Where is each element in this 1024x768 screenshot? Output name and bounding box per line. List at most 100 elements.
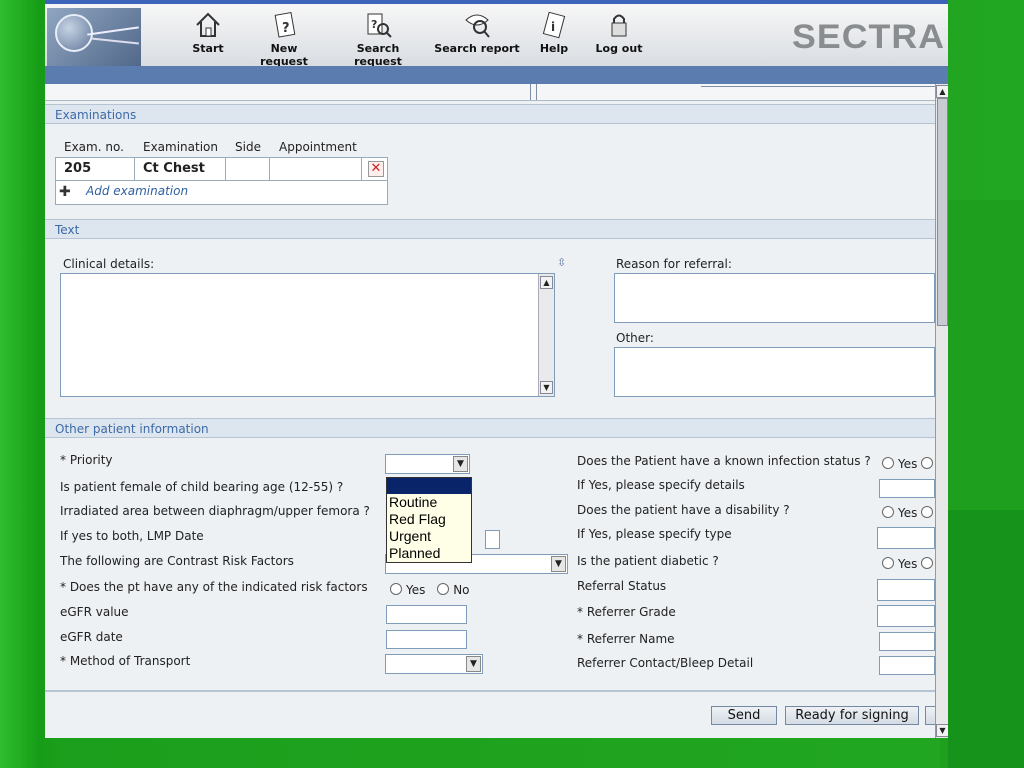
chevron-down-icon: ▼ <box>551 556 566 572</box>
radio-icon <box>921 457 934 469</box>
search-report-button[interactable]: Search report <box>434 10 520 55</box>
radio-no-label: No <box>453 583 470 597</box>
help-label: Help <box>539 42 569 55</box>
diabetic-label: Is the patient diabetic ? <box>577 554 719 568</box>
add-examination-label: Add examination <box>86 184 189 198</box>
egfr-date-input[interactable] <box>386 630 467 649</box>
logo-wave-2 <box>91 37 139 45</box>
table-row[interactable]: 205 Ct Chest ✕ <box>56 158 387 181</box>
help-book-icon: i <box>542 11 566 39</box>
reason-referral-textarea[interactable] <box>614 273 935 323</box>
referrer-grade-label: * Referrer Grade <box>577 605 676 619</box>
divider-3 <box>701 84 941 87</box>
irradiated-area-label: Irradiated area between diaphragm/upper … <box>60 504 370 518</box>
delete-examination-icon[interactable]: ✕ <box>368 161 384 177</box>
column-header-examination: Examination <box>143 140 219 154</box>
footer-divider <box>45 690 935 692</box>
referrer-contact-input[interactable] <box>879 656 935 675</box>
dropdown-option-red-flag[interactable]: Red Flag <box>387 511 471 528</box>
other-textarea[interactable] <box>614 347 935 397</box>
send-button[interactable]: Send <box>711 706 777 725</box>
dropdown-option-routine[interactable]: Routine <box>387 494 471 511</box>
divider-2 <box>536 84 537 100</box>
text-header: Text <box>45 219 935 239</box>
dropdown-option-urgent[interactable]: Urgent <box>387 528 471 545</box>
referrer-grade-input[interactable] <box>877 605 935 627</box>
risk-yes-radio[interactable]: Yes <box>390 583 425 597</box>
scroll-down-icon[interactable]: ▼ <box>936 724 948 737</box>
application-window: Start ? New request ? Search request Sea… <box>45 0 948 738</box>
main-toolbar: Start ? New request ? Search request Sea… <box>45 4 948 68</box>
egfr-value-label: eGFR value <box>60 605 129 619</box>
examinations-header: Examinations <box>45 104 935 124</box>
column-header-exam-no: Exam. no. <box>64 140 124 154</box>
radio-icon <box>390 583 402 595</box>
scroll-down-icon[interactable]: ▼ <box>540 381 553 394</box>
dropdown-option-planned[interactable]: Planned <box>387 545 471 562</box>
contrast-risk-label: The following are Contrast Risk Factors <box>60 554 294 568</box>
specify-details-label: If Yes, please specify details <box>577 478 745 492</box>
referrer-name-label: * Referrer Name <box>577 632 675 646</box>
scroll-up-icon[interactable]: ▲ <box>936 85 948 98</box>
new-request-button[interactable]: ? New request <box>245 10 323 68</box>
clinical-details-textarea[interactable]: ▲ ▼ <box>60 273 555 397</box>
dropdown-option-blank[interactable] <box>387 478 471 494</box>
diabetic-yes-radio[interactable]: Yes <box>882 557 937 571</box>
radio-yes-label: Yes <box>898 557 918 571</box>
risk-factors-radio-group: Yes No <box>390 583 470 597</box>
chevron-down-icon: ▼ <box>466 656 481 672</box>
clinical-details-scrollbar[interactable]: ▲ ▼ <box>538 274 554 396</box>
specify-details-input[interactable] <box>879 479 935 498</box>
new-request-label: New request <box>260 42 308 68</box>
svg-text:?: ? <box>282 21 290 36</box>
priority-select[interactable]: ▼ <box>385 454 470 474</box>
add-examination-link[interactable]: ✚ Add examination <box>59 184 189 200</box>
search-request-button[interactable]: ? Search request <box>331 10 425 68</box>
referral-status-input[interactable] <box>877 579 935 601</box>
main-scrollbar[interactable]: ▲ ▼ <box>935 84 948 738</box>
column-header-appointment: Appointment <box>279 140 357 154</box>
disability-label: Does the patient have a disability ? <box>577 503 790 517</box>
infection-yes-radio[interactable]: Yes <box>882 457 937 471</box>
resize-toggle-icon[interactable]: ⇳ <box>557 256 566 269</box>
search-request-label: Search request <box>354 42 402 68</box>
start-label: Start <box>192 42 224 55</box>
upper-panel-remnant <box>45 84 941 101</box>
female-child-bearing-label: Is patient female of child bearing age (… <box>60 480 344 494</box>
help-button[interactable]: i Help <box>538 10 570 55</box>
risk-no-radio[interactable]: No <box>437 583 470 597</box>
egfr-value-input[interactable] <box>386 605 467 624</box>
other-info-header: Other patient information <box>45 418 935 438</box>
cell-exam-no: 205 <box>56 158 135 180</box>
cell-appointment <box>270 158 362 180</box>
start-button[interactable]: Start <box>191 10 225 55</box>
brand-logo: SECTRA <box>792 18 946 56</box>
chevron-down-icon: ▼ <box>453 456 468 472</box>
disability-yes-radio[interactable]: Yes <box>882 506 937 520</box>
specify-type-input[interactable] <box>877 527 935 549</box>
nav-bar <box>45 66 948 84</box>
reason-referral-label: Reason for referral: <box>616 257 732 271</box>
referrer-name-input[interactable] <box>879 632 935 651</box>
radio-icon <box>882 457 894 469</box>
search-report-icon <box>465 14 490 38</box>
risk-factors-label: * Does the pt have any of the indicated … <box>60 580 368 594</box>
specify-type-label: If Yes, please specify type <box>577 527 732 541</box>
log-out-button[interactable]: Log out <box>595 10 643 55</box>
lmp-date-input[interactable] <box>485 530 500 549</box>
lmp-date-label: If yes to both, LMP Date <box>60 529 204 543</box>
ready-for-signing-button[interactable]: Ready for signing <box>785 706 919 725</box>
transport-select[interactable]: ▼ <box>385 654 483 674</box>
priority-dropdown-list[interactable]: Routine Red Flag Urgent Planned <box>386 477 472 563</box>
scroll-thumb[interactable] <box>937 98 948 326</box>
radio-icon <box>437 583 450 595</box>
scroll-up-icon[interactable]: ▲ <box>540 276 553 289</box>
radio-icon <box>921 557 934 569</box>
referral-status-label: Referral Status <box>577 579 667 593</box>
radio-icon <box>882 506 894 518</box>
cell-examination: Ct Chest <box>135 158 226 180</box>
radio-yes-label: Yes <box>898 506 918 520</box>
cell-side <box>226 158 270 180</box>
priority-label: * Priority <box>60 453 113 467</box>
referrer-contact-label: Referrer Contact/Bleep Detail <box>577 656 754 670</box>
